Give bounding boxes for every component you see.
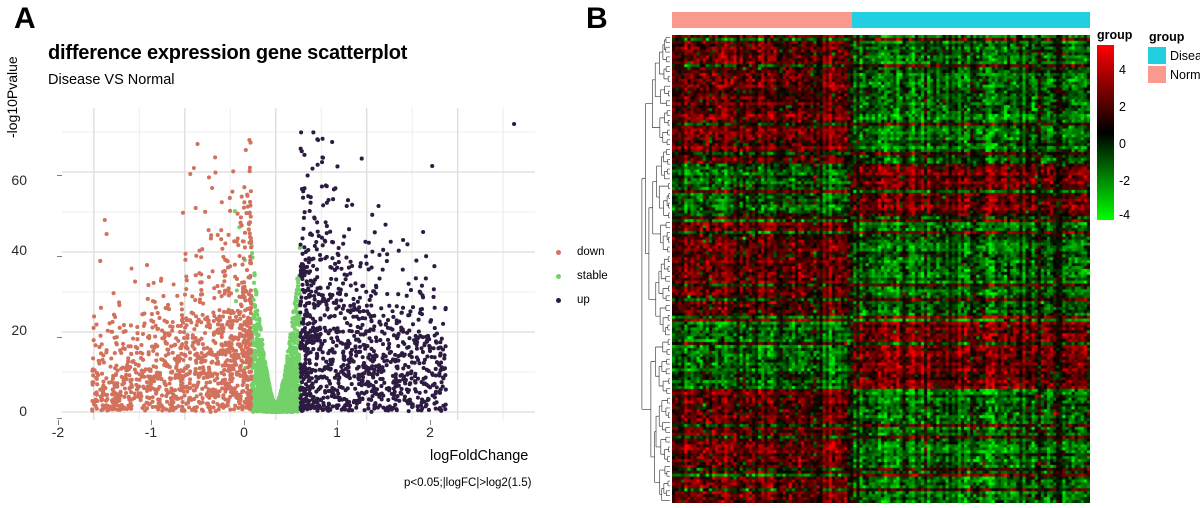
scatter-plot-title: difference expression gene scatterplot — [48, 42, 408, 64]
x-axis-title: logFoldChange — [430, 448, 529, 464]
panel-b-heatmap: B group 4 2 0 -2 -4 group Disease Normal — [570, 0, 1200, 508]
scatter-plot-panel — [62, 108, 535, 420]
x-tick-label-2: 2 — [426, 424, 434, 440]
scatter-plot-subtitle: Disease VS Normal — [48, 72, 175, 88]
heatmap-group-legend: group Disease Normal — [1148, 30, 1200, 84]
x-tick-label-0: 0 — [240, 424, 248, 440]
legend-dot-up — [556, 297, 561, 303]
group-legend-title: group — [1149, 30, 1185, 44]
group-legend-label-disease: Disease — [1170, 48, 1200, 63]
colorbar-tick-neg4: -4 — [1119, 208, 1131, 222]
colorbar-tick-neg2: -2 — [1119, 174, 1131, 188]
heatmap-annotation-bar — [672, 12, 1090, 28]
scatter-points — [90, 138, 254, 414]
heatmap-row-dendrogram — [641, 37, 670, 501]
colorbar-tick-0: 0 — [1119, 137, 1126, 151]
x-tick-mark — [337, 420, 338, 425]
x-tick-mark — [151, 420, 152, 425]
x-tick-label-1: 1 — [333, 424, 341, 440]
colorbar-tick-4: 4 — [1119, 63, 1126, 77]
x-tick-mark — [58, 420, 59, 425]
x-tick-label-neg2: -2 — [51, 424, 65, 440]
y-tick-label-60: 60 — [11, 172, 27, 188]
annotation-segment-disease — [852, 12, 1090, 28]
x-tick-label-neg1: -1 — [144, 424, 158, 440]
x-tick-mark — [430, 420, 431, 425]
heatmap-matrix — [672, 35, 1090, 503]
annotation-segment-normal — [672, 12, 853, 28]
group-legend-item-normal[interactable]: Normal — [1148, 65, 1200, 84]
y-tick-label-20: 20 — [11, 322, 27, 338]
y-axis-title: -log10Pvalue — [4, 56, 20, 138]
group-legend-swatch-disease — [1148, 47, 1166, 64]
colorbar-gradient — [1097, 45, 1114, 220]
panel-a-volcano-plot: A difference expression gene scatterplot… — [0, 0, 608, 508]
scatter-points — [298, 121, 517, 414]
group-legend-swatch-normal — [1148, 66, 1166, 83]
y-tick-label-0: 0 — [19, 403, 27, 419]
legend-dot-down — [556, 249, 561, 255]
panel-label-b: B — [586, 2, 608, 35]
group-legend-item-disease[interactable]: Disease — [1148, 46, 1200, 65]
x-tick-mark — [244, 420, 245, 425]
group-legend-label-normal: Normal — [1170, 67, 1200, 82]
legend-dot-stable — [556, 273, 561, 279]
y-tick-label-40: 40 — [11, 242, 27, 258]
colorbar-tick-2: 2 — [1119, 100, 1126, 114]
plot-caption: p<0.05;|logFC|>log2(1.5) — [404, 477, 532, 489]
scatter-svg — [62, 108, 535, 420]
